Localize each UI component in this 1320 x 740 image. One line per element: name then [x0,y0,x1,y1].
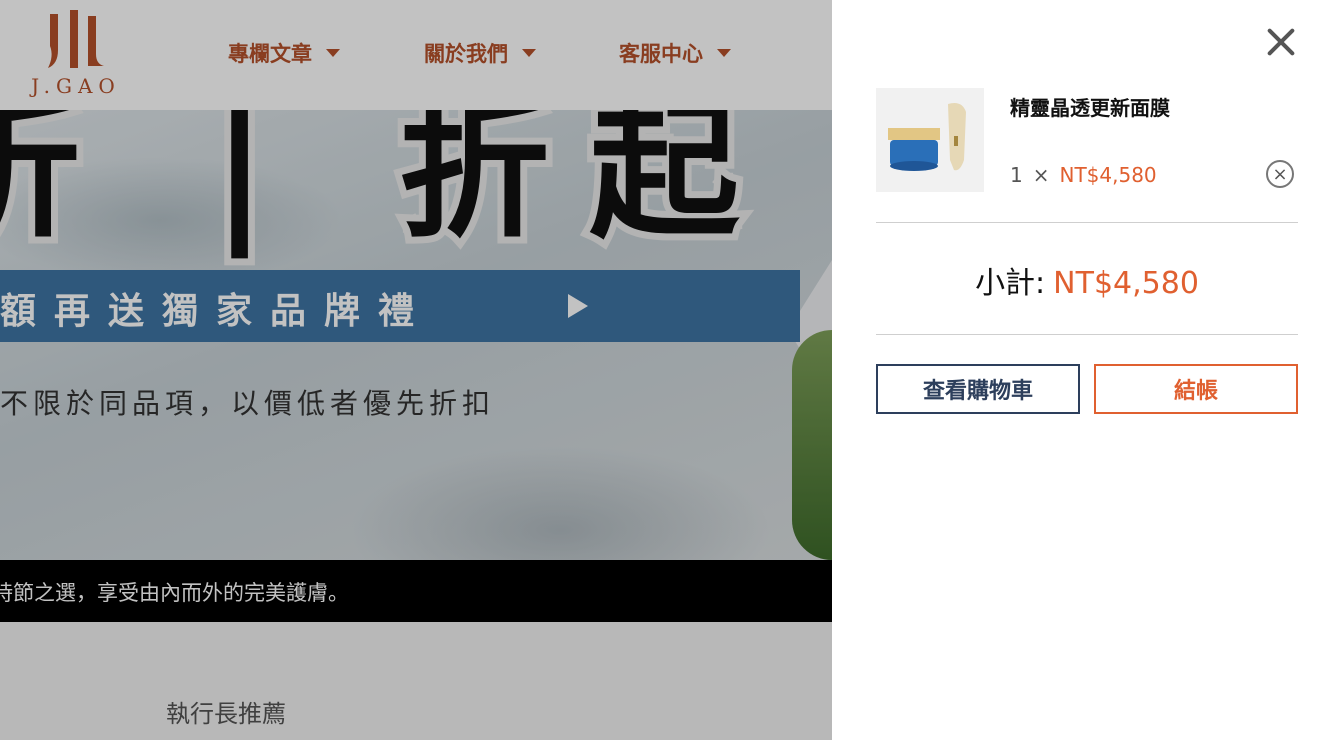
cart-drawer: 精靈晶透更新面膜 1 × NT$4,580 × 小計: NT$4,580 查看購物… [832,0,1320,740]
close-icon[interactable] [1262,22,1300,60]
product-jar-icon [876,88,984,192]
times-sign: × [1032,163,1050,187]
divider [876,222,1298,223]
modal-overlay[interactable] [0,0,832,740]
subtotal-label: 小計: [975,266,1046,301]
quantity-price-row: 1 × NT$4,580 [1010,163,1157,187]
divider [876,334,1298,335]
remove-item-icon[interactable]: × [1266,160,1294,188]
view-cart-button[interactable]: 查看購物車 [876,364,1080,414]
item-price: NT$4,580 [1059,163,1157,187]
item-quantity: 1 [1010,163,1023,187]
subtotal-row: 小計: NT$4,580 [876,258,1298,302]
subtotal-value: NT$4,580 [1053,266,1199,301]
product-name[interactable]: 精靈晶透更新面膜 [1010,92,1170,121]
product-thumbnail[interactable] [876,88,984,192]
checkout-button[interactable]: 結帳 [1094,364,1298,414]
